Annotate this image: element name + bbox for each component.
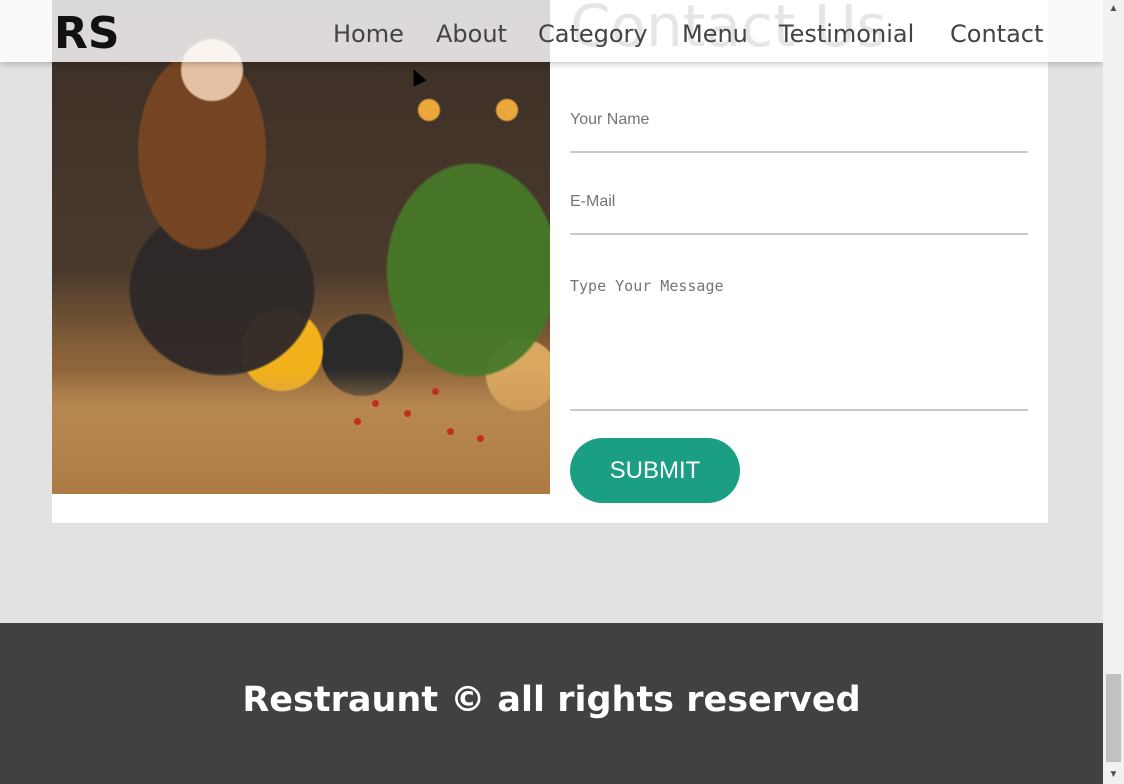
scroll-down-icon[interactable]: ▼: [1103, 766, 1124, 784]
submit-button[interactable]: SUBMIT: [570, 438, 740, 503]
photo-detail: [372, 400, 379, 407]
nav-category[interactable]: Category: [538, 18, 648, 50]
scrollbar-thumb[interactable]: [1106, 674, 1121, 762]
name-field[interactable]: Your Name: [570, 100, 1028, 153]
photo-detail: [447, 428, 454, 435]
restaurant-photo: [52, 0, 550, 494]
email-placeholder: E-Mail: [570, 193, 616, 210]
message-field[interactable]: Type Your Message: [570, 265, 1028, 411]
page: Your Name E-Mail Type Your Message SUBMI…: [0, 0, 1103, 784]
nav-testimonial[interactable]: Testimonial: [779, 18, 914, 50]
name-placeholder: Your Name: [570, 111, 650, 128]
photo-table: [52, 370, 550, 494]
nav-contact[interactable]: Contact: [950, 18, 1043, 50]
nav-home[interactable]: Home: [333, 18, 404, 50]
message-placeholder: Type Your Message: [570, 277, 724, 295]
photo-detail: [354, 418, 361, 425]
site-header: Contact Us RS Home About Category Menu T…: [0, 0, 1103, 62]
photo-detail: [477, 435, 484, 442]
email-field[interactable]: E-Mail: [570, 182, 1028, 235]
footer: Restraunt © all rights reserved: [0, 623, 1103, 784]
vertical-scrollbar[interactable]: ▲ ▼: [1103, 0, 1124, 784]
contact-card: Your Name E-Mail Type Your Message SUBMI…: [52, 0, 1048, 523]
scroll-up-icon[interactable]: ▲: [1103, 0, 1124, 18]
photo-detail: [404, 410, 411, 417]
nav-about[interactable]: About: [436, 18, 507, 50]
photo-detail: [432, 388, 439, 395]
footer-copyright: Restraunt © all rights reserved: [242, 680, 861, 720]
site-logo[interactable]: RS: [54, 10, 120, 58]
nav-menu[interactable]: Menu: [682, 18, 748, 50]
